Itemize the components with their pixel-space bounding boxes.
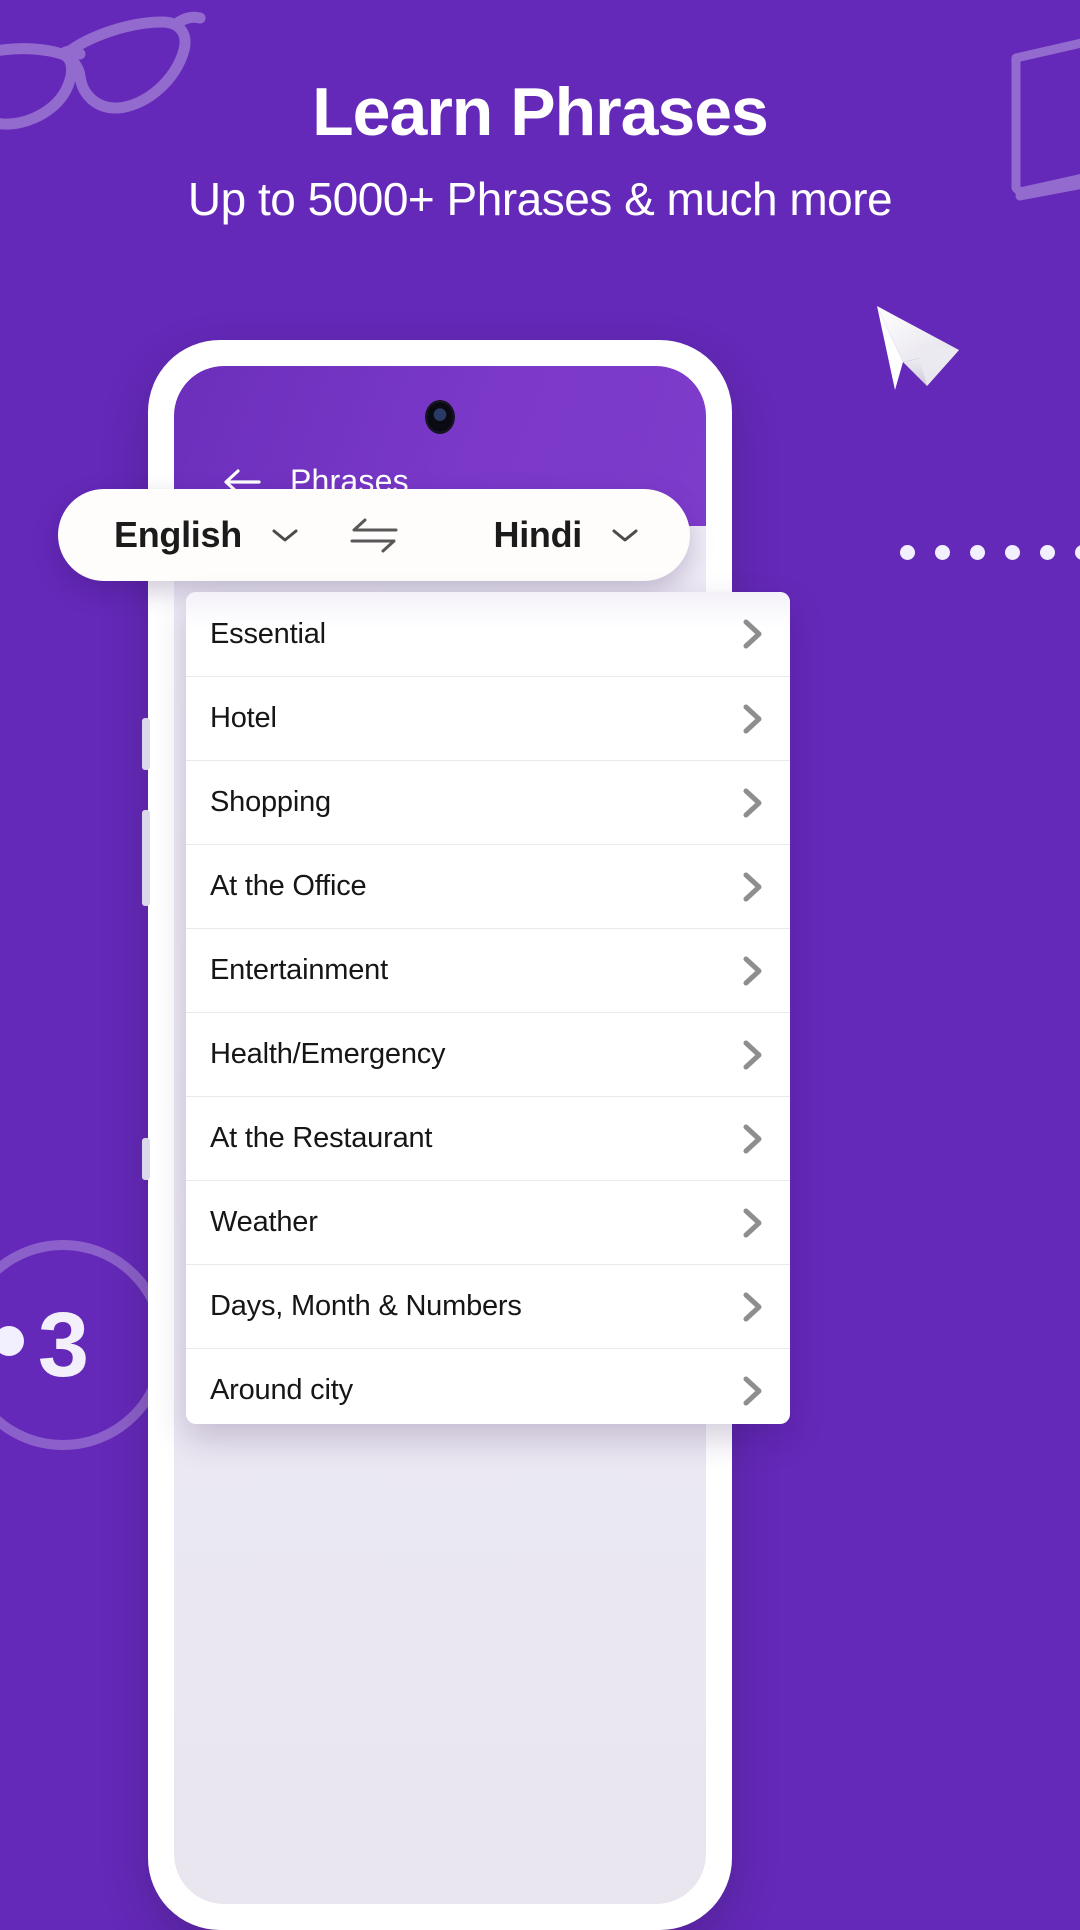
chevron-right-icon[interactable] bbox=[742, 788, 764, 818]
category-label: Essential bbox=[210, 617, 326, 650]
chevron-right-icon[interactable] bbox=[742, 872, 764, 902]
category-label: Hotel bbox=[210, 702, 277, 734]
swap-horizontal-icon[interactable] bbox=[348, 515, 400, 555]
dot bbox=[900, 545, 915, 560]
paper-plane-icon bbox=[877, 306, 959, 390]
list-item[interactable]: Shopping bbox=[186, 760, 790, 844]
chevron-right-icon[interactable] bbox=[742, 1208, 764, 1238]
target-language-selector[interactable]: Hindi bbox=[494, 514, 638, 556]
chevron-right-icon[interactable] bbox=[742, 1292, 764, 1322]
category-label: Around city bbox=[210, 1374, 353, 1406]
promo-header: Learn Phrases Up to 5000+ Phrases & much… bbox=[0, 78, 1080, 226]
dot bbox=[970, 545, 985, 560]
chevron-right-icon[interactable] bbox=[742, 704, 764, 734]
progress-dots bbox=[900, 545, 1080, 560]
step-badge: 3 bbox=[0, 1240, 168, 1450]
category-list: Essential Hotel Shopping At the Office E… bbox=[186, 592, 790, 1424]
dot bbox=[1075, 545, 1080, 560]
category-label: At the Office bbox=[210, 870, 367, 902]
chevron-right-icon[interactable] bbox=[742, 619, 764, 649]
phone-button bbox=[142, 718, 150, 770]
list-item[interactable]: Around city bbox=[186, 1348, 790, 1424]
target-language-label: Hindi bbox=[493, 514, 583, 555]
phone-power-button bbox=[142, 1138, 150, 1180]
promo-subtitle: Up to 5000+ Phrases & much more bbox=[187, 173, 893, 225]
chevron-right-icon[interactable] bbox=[742, 956, 764, 986]
step-number: 3 bbox=[37, 1294, 89, 1396]
category-label: Weather bbox=[210, 1206, 318, 1238]
chevron-right-icon[interactable] bbox=[742, 1040, 764, 1070]
list-item[interactable]: Entertainment bbox=[186, 928, 790, 1012]
category-label: Health/Emergency bbox=[210, 1038, 446, 1070]
list-item[interactable]: Days, Month & Numbers bbox=[186, 1264, 790, 1348]
list-item[interactable]: Health/Emergency bbox=[186, 1012, 790, 1096]
category-label: At the Restaurant bbox=[210, 1122, 433, 1154]
chevron-down-icon[interactable] bbox=[612, 528, 638, 543]
chevron-right-icon[interactable] bbox=[742, 1376, 764, 1406]
list-item[interactable]: At the Restaurant bbox=[186, 1096, 790, 1180]
promo-title: Learn Phrases bbox=[312, 74, 769, 150]
list-item[interactable]: At the Office bbox=[186, 844, 790, 928]
category-label: Shopping bbox=[210, 786, 331, 818]
source-language-selector[interactable]: English bbox=[114, 514, 298, 556]
chevron-down-icon[interactable] bbox=[272, 528, 298, 543]
list-item[interactable]: Essential bbox=[186, 592, 790, 676]
source-language-label: English bbox=[114, 514, 242, 555]
category-label: Entertainment bbox=[210, 954, 388, 986]
language-selector-bar: English Hindi bbox=[58, 489, 690, 581]
phone-volume-button bbox=[142, 810, 150, 906]
dot bbox=[1040, 545, 1055, 560]
dot bbox=[935, 545, 950, 560]
chevron-right-icon[interactable] bbox=[742, 1124, 764, 1154]
list-item[interactable]: Weather bbox=[186, 1180, 790, 1264]
list-item[interactable]: Hotel bbox=[186, 676, 790, 760]
category-label: Days, Month & Numbers bbox=[210, 1290, 522, 1322]
front-camera bbox=[427, 402, 453, 432]
dot bbox=[1005, 545, 1020, 560]
